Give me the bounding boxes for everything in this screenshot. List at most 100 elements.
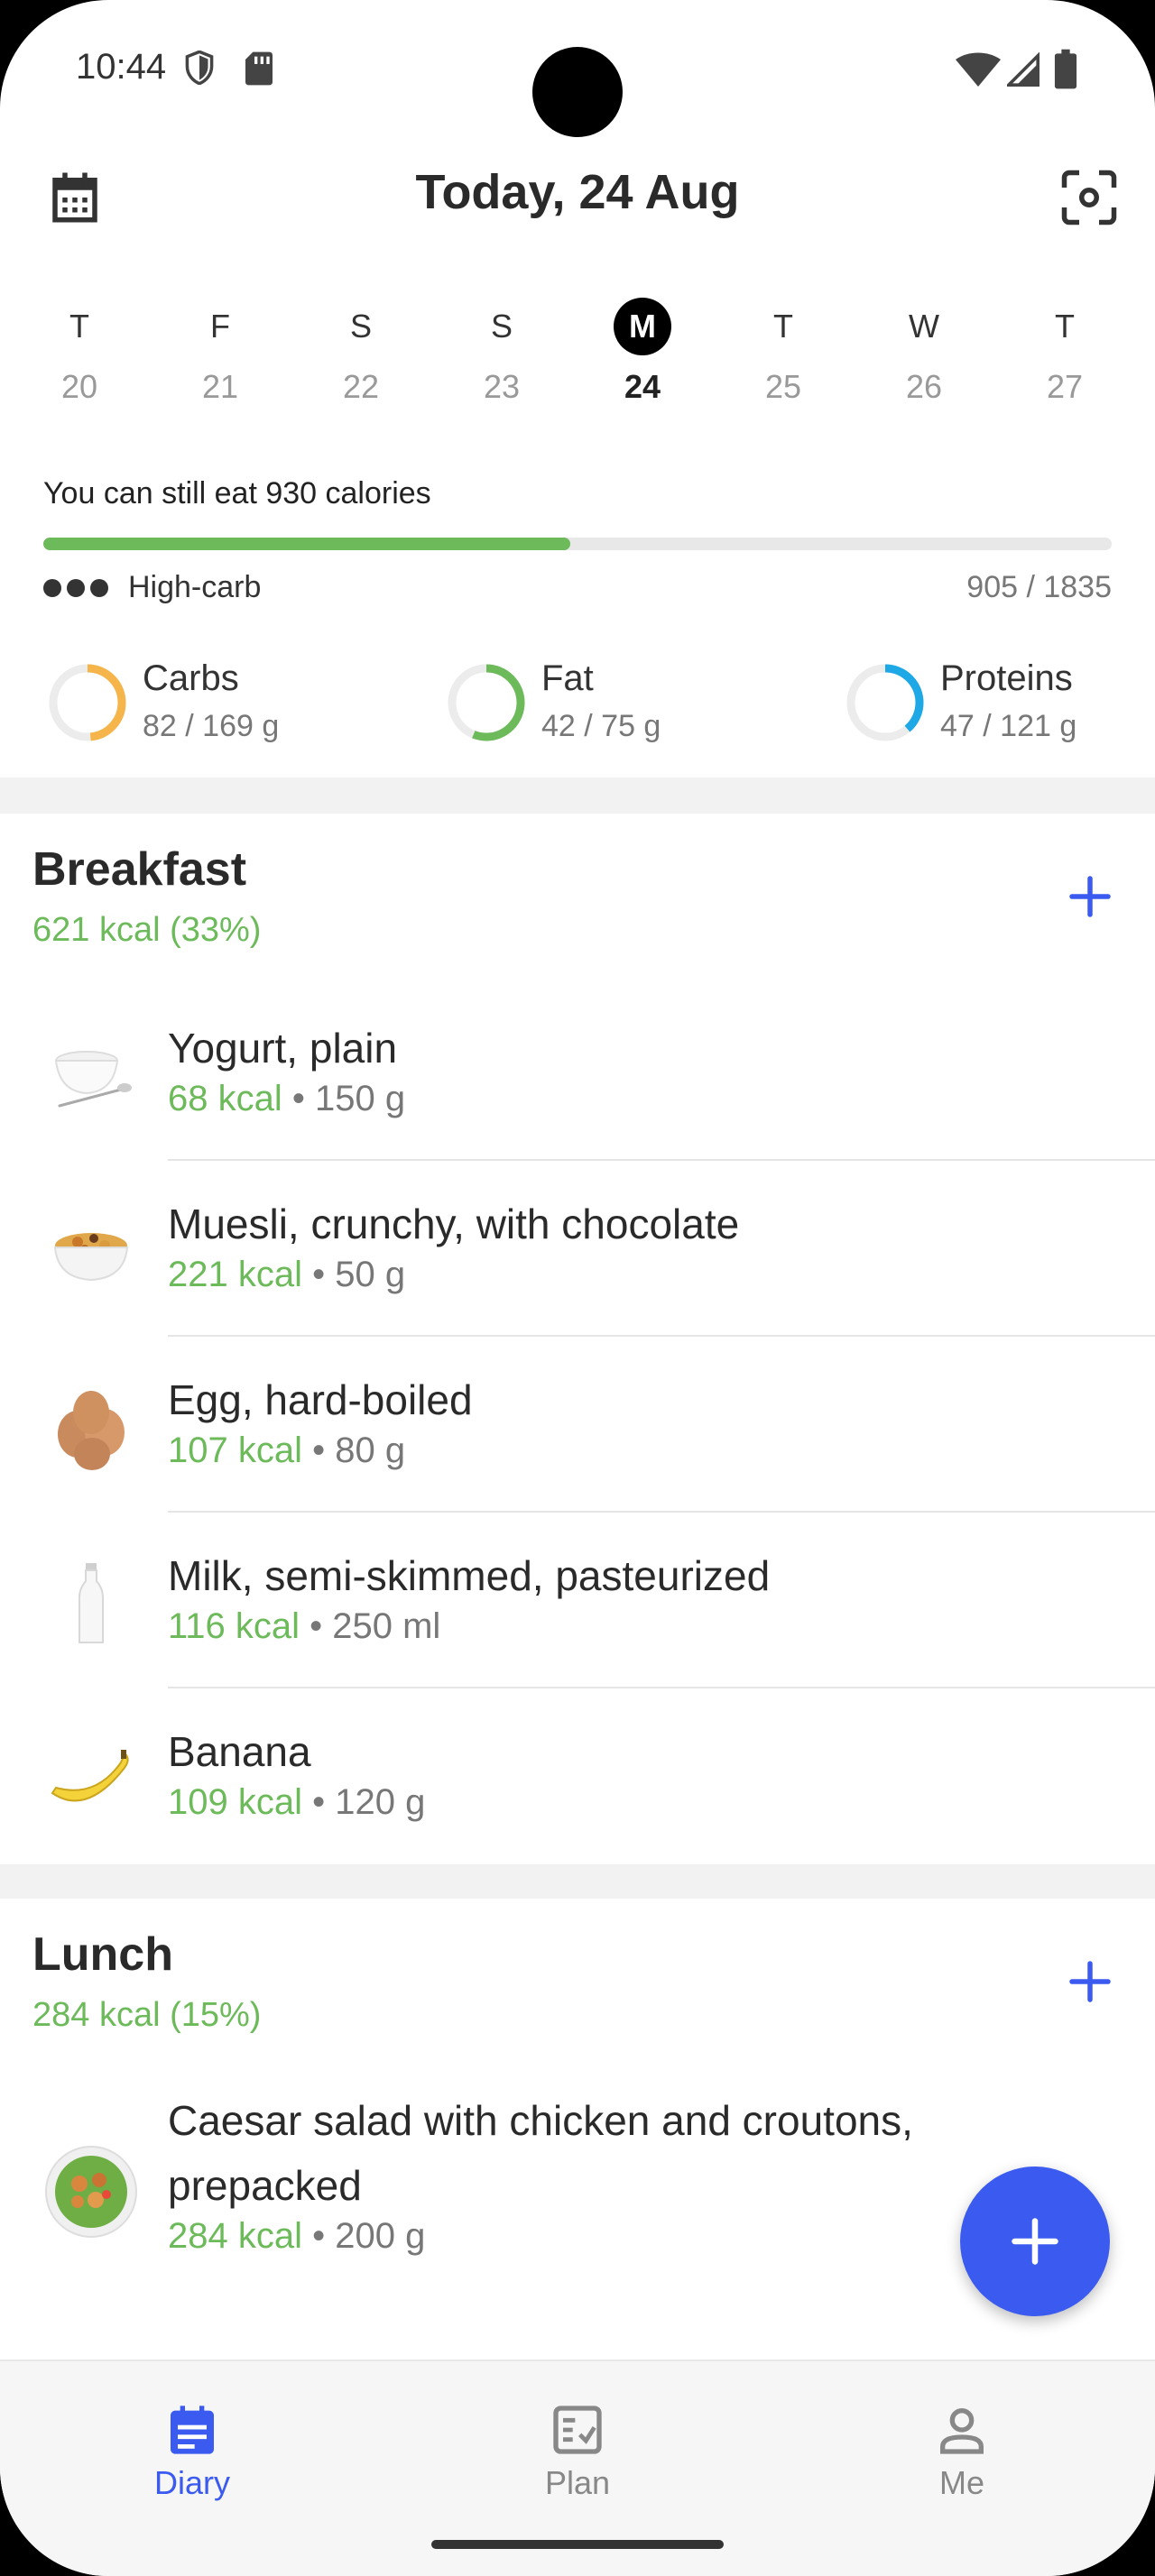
- nav-me[interactable]: Me: [854, 2379, 1070, 2502]
- front-camera: [532, 47, 623, 137]
- meal-header-lunch[interactable]: Lunch 284 kcal (15%): [0, 1899, 1155, 2072]
- food-meta: 109 kcal • 120 g: [168, 1782, 426, 1822]
- scan-icon[interactable]: [1059, 168, 1119, 227]
- status-time: 10:44: [76, 47, 167, 87]
- day-item-selected[interactable]: M 24: [588, 298, 697, 406]
- food-meta: 116 kcal • 250 ml: [168, 1606, 441, 1646]
- calorie-summary[interactable]: You can still eat 930 calories High-carb…: [43, 476, 1112, 604]
- food-meta: 68 kcal • 150 g: [168, 1079, 406, 1118]
- nav-label: Diary: [153, 2464, 230, 2501]
- calorie-progress-fill: [43, 538, 570, 550]
- meal-header-breakfast[interactable]: Breakfast 621 kcal (33%): [0, 814, 1155, 987]
- section-divider: [0, 777, 1155, 814]
- calorie-count: 905 / 1835: [966, 570, 1112, 604]
- day-date: 24: [624, 368, 661, 405]
- remaining-calories-text: You can still eat 930 calories: [43, 476, 431, 511]
- yogurt-icon: [54, 1051, 132, 1108]
- signal-icon: [1007, 52, 1040, 87]
- macro-value: 42 / 75 g: [541, 709, 661, 743]
- add-lunch-icon[interactable]: [1063, 1955, 1117, 2009]
- wifi-icon: [956, 52, 1001, 87]
- more-dots-icon: [43, 578, 108, 597]
- nav-diary[interactable]: Diary: [84, 2379, 300, 2502]
- day-of-week: F: [210, 308, 230, 345]
- diet-type: High-carb: [43, 570, 261, 605]
- meal-name: Breakfast: [32, 843, 247, 896]
- food-amount: 150 g: [314, 1079, 406, 1118]
- food-kcal: 107 kcal: [168, 1431, 302, 1470]
- day-item[interactable]: T 27: [1011, 298, 1119, 406]
- day-of-week: T: [69, 308, 89, 345]
- diary-icon: [171, 2406, 214, 2454]
- add-food-fab[interactable]: [960, 2167, 1110, 2316]
- macro-value: 82 / 169 g: [143, 709, 280, 743]
- food-meta: 284 kcal • 200 g: [168, 2216, 426, 2256]
- shield-icon: [185, 51, 214, 85]
- food-item[interactable]: Egg, hard-boiled 107 kcal • 80 g: [0, 1337, 1155, 1513]
- food-item[interactable]: Yogurt, plain 68 kcal • 150 g: [0, 985, 1155, 1161]
- day-date: 22: [342, 368, 380, 405]
- meal-name: Lunch: [32, 1928, 173, 1981]
- food-item[interactable]: Muesli, crunchy, with chocolate 221 kcal…: [0, 1161, 1155, 1337]
- milk-bottle-icon: [79, 1563, 104, 1643]
- food-name: Egg, hard-boiled: [168, 1376, 473, 1423]
- day-date: 20: [60, 368, 98, 405]
- banana-icon: [51, 1750, 129, 1802]
- food-name: Banana: [168, 1728, 311, 1775]
- proteins-ring-icon: [846, 664, 924, 741]
- day-item[interactable]: W 26: [870, 298, 978, 406]
- day-item[interactable]: S 23: [448, 298, 556, 406]
- plus-icon: [1012, 2218, 1058, 2265]
- day-item[interactable]: S 22: [307, 298, 415, 406]
- week-selector: T 20 F 21 S 22 S 23 M 24 T 25 W 26 T 27: [0, 298, 1155, 415]
- nav-plan[interactable]: Plan: [469, 2379, 686, 2502]
- status-bar: 10:44: [0, 0, 1155, 137]
- day-item[interactable]: T 25: [729, 298, 837, 406]
- page-title[interactable]: Today, 24 Aug: [0, 164, 1155, 220]
- food-name: Yogurt, plain: [168, 1025, 398, 1072]
- food-name: Muesli, crunchy, with chocolate: [168, 1201, 740, 1247]
- day-date: 25: [764, 368, 802, 405]
- macro-name: Proteins: [940, 658, 1073, 698]
- food-meta: 221 kcal • 50 g: [168, 1255, 406, 1294]
- day-date: 27: [1046, 368, 1084, 405]
- food-kcal: 109 kcal: [168, 1782, 302, 1822]
- day-item[interactable]: F 21: [166, 298, 274, 406]
- carbs-ring-icon: [49, 664, 126, 741]
- food-item[interactable]: Milk, semi-skimmed, pasteurized 116 kcal…: [0, 1513, 1155, 1688]
- eggs-icon: [58, 1391, 125, 1470]
- calorie-progress-bar: [43, 538, 1112, 550]
- muesli-bowl-icon: [53, 1233, 129, 1282]
- day-of-week: T: [1055, 308, 1075, 345]
- day-item[interactable]: T 20: [25, 298, 134, 406]
- nav-label: Plan: [544, 2464, 611, 2501]
- food-amount: 80 g: [335, 1431, 406, 1470]
- day-of-week: M: [614, 298, 671, 355]
- day-date: 26: [905, 368, 943, 405]
- sd-card-icon: [245, 51, 273, 86]
- food-amount: 50 g: [335, 1255, 406, 1294]
- food-item[interactable]: Banana 109 kcal • 120 g: [0, 1688, 1155, 1864]
- food-kcal: 284 kcal: [168, 2216, 302, 2256]
- diet-label: High-carb: [128, 570, 262, 604]
- food-kcal: 116 kcal: [168, 1606, 300, 1646]
- profile-icon: [940, 2408, 984, 2454]
- add-breakfast-icon[interactable]: [1063, 869, 1117, 924]
- plan-icon: [553, 2406, 602, 2454]
- food-amount: 250 ml: [332, 1606, 441, 1646]
- day-of-week: S: [349, 308, 372, 345]
- battery-icon: [1054, 49, 1077, 89]
- food-kcal: 68 kcal: [168, 1079, 282, 1118]
- home-indicator[interactable]: [431, 2540, 724, 2549]
- macro-name: Carbs: [143, 658, 239, 698]
- macro-name: Fat: [541, 658, 594, 698]
- food-name: Milk, semi-skimmed, pasteurized: [168, 1552, 771, 1599]
- salad-icon: [45, 2146, 137, 2238]
- day-of-week: T: [773, 308, 793, 345]
- day-of-week: W: [909, 308, 939, 345]
- day-date: 21: [201, 368, 239, 405]
- fat-ring-icon: [448, 664, 525, 741]
- food-kcal: 221 kcal: [168, 1255, 302, 1294]
- food-amount: 200 g: [335, 2216, 426, 2256]
- meal-kcal: 284 kcal (15%): [32, 1996, 262, 2034]
